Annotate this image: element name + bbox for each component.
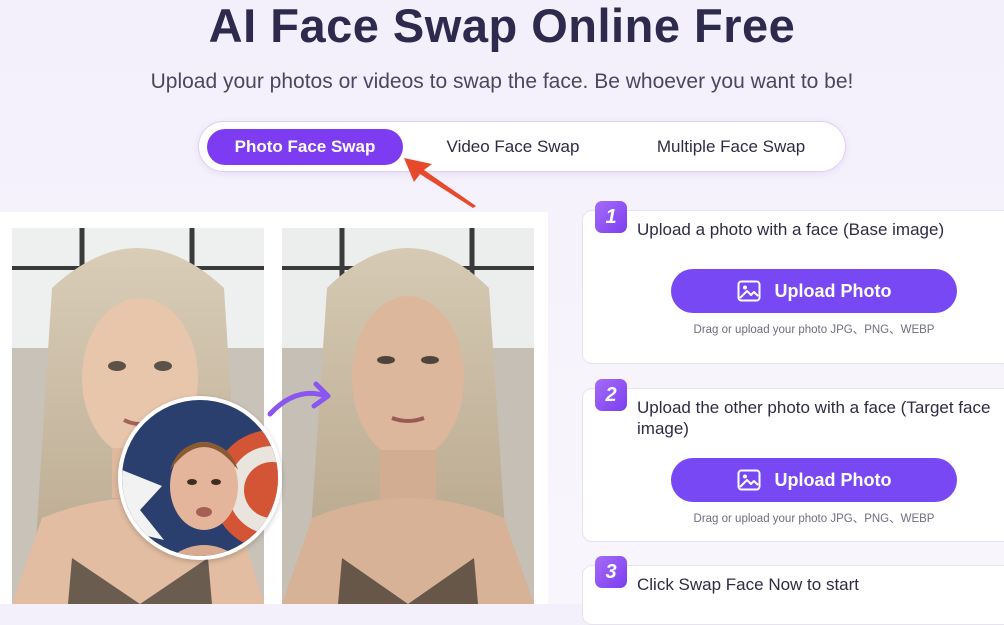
upload-base-photo-button[interactable]: Upload Photo [671,269,957,313]
page-title: AI Face Swap Online Free [208,0,796,52]
upload-button-label: Upload Photo [774,280,892,301]
curved-arrow-icon [267,381,331,417]
red-pointer-arrow-icon [404,158,476,208]
upload-hint: Drag or upload your photo JPG、PNG、WEBP [693,324,935,336]
step-card-1: 1 Upload a photo with a face (Base image… [582,201,1004,364]
step-number-badge: 1 [595,201,627,233]
step-card-2: 2 Upload the other photo with a face (Ta… [582,379,1004,542]
upload-target-photo-button[interactable]: Upload Photo [671,458,957,502]
swap-mode-tabs: Photo Face Swap Video Face Swap Multiple… [198,121,846,172]
step-instruction: Upload the other photo with a face (Targ… [637,398,991,438]
upload-button-label: Upload Photo [774,469,892,490]
tab-multiple-face-swap[interactable]: Multiple Face Swap [623,129,839,165]
step-card-3: 3 Click Swap Face Now to start [582,556,1004,625]
step-instruction: Upload a photo with a face (Base image) [637,220,945,239]
upload-hint: Drag or upload your photo JPG、PNG、WEBP [693,513,935,525]
step-number-badge: 2 [595,379,627,411]
page-subtitle: Upload your photos or videos to swap the… [150,70,854,93]
target-face-avatar [118,396,282,560]
image-icon [737,469,761,491]
image-icon [737,280,761,302]
step-number-badge: 3 [595,556,627,588]
tab-photo-face-swap[interactable]: Photo Face Swap [207,129,403,165]
step-instruction: Click Swap Face Now to start [637,575,860,594]
